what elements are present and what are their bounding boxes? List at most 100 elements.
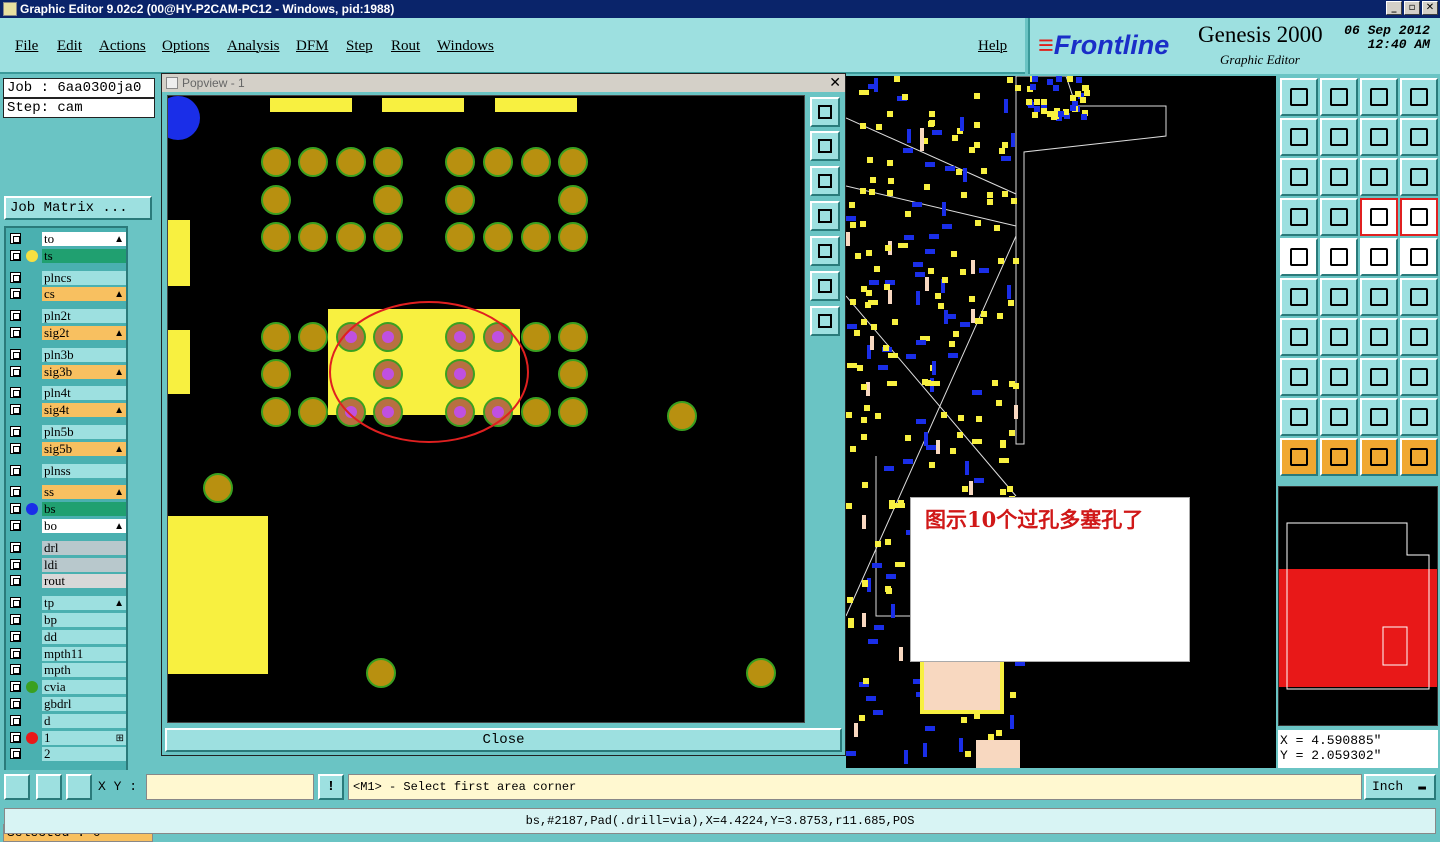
layer-row-sig2t[interactable]: sig2t ▲ — [8, 326, 126, 341]
minimize-button[interactable]: _ — [1386, 1, 1402, 15]
layer-name[interactable]: mpth11 — [42, 646, 126, 661]
tool-button-29[interactable] — [1320, 358, 1358, 396]
layer-checkbox[interactable] — [10, 714, 21, 726]
layer-checkbox[interactable] — [10, 233, 21, 244]
menu-step[interactable]: Step — [346, 38, 373, 55]
layer-checkbox[interactable] — [10, 630, 21, 642]
layer-checkbox[interactable] — [10, 503, 21, 515]
popview-tool-fit[interactable] — [810, 271, 840, 301]
menu-windows[interactable]: Windows — [437, 38, 494, 55]
menu-file[interactable]: File — [15, 38, 38, 55]
layer-name[interactable]: drl — [42, 540, 126, 555]
layer-row-pln5b[interactable]: pln5b — [8, 425, 126, 440]
layer-name[interactable]: to ▲ — [42, 232, 126, 246]
layer-row-mpth11[interactable]: mpth11 — [8, 646, 126, 662]
layer-checkbox[interactable] — [10, 249, 21, 261]
minimap[interactable] — [1278, 486, 1438, 726]
popview-tool-center[interactable] — [810, 306, 840, 336]
menu-dfm[interactable]: DFM — [296, 38, 329, 55]
tool-button-11[interactable] — [1400, 158, 1438, 196]
layer-row-plncs[interactable]: plncs — [8, 270, 126, 286]
layer-name[interactable]: bo ▲ — [42, 519, 126, 533]
popview-close-button[interactable]: Close — [165, 728, 842, 752]
layer-checkbox[interactable] — [10, 558, 21, 570]
layer-checkbox[interactable] — [10, 327, 21, 338]
tool-button-28[interactable] — [1280, 358, 1318, 396]
layer-name[interactable]: rout — [42, 574, 126, 589]
close-window-button[interactable]: ✕ — [1422, 1, 1438, 15]
layer-checkbox[interactable] — [10, 486, 21, 498]
layer-name[interactable]: pln3b — [42, 347, 126, 362]
measure-icon[interactable] — [36, 774, 62, 800]
layer-row-dd[interactable]: dd — [8, 629, 126, 645]
tool-button-33[interactable] — [1320, 398, 1358, 436]
tool-button-13[interactable] — [1320, 198, 1358, 236]
layer-row-sig3b[interactable]: sig3b ▲ — [8, 364, 126, 380]
layer-name[interactable]: dd — [42, 629, 126, 644]
layer-name[interactable]: bs — [42, 502, 126, 517]
layer-row-d[interactable]: d — [8, 713, 126, 729]
layer-name[interactable]: 1 ⊞ — [42, 730, 126, 745]
layer-checkbox[interactable] — [10, 288, 21, 300]
menu-options[interactable]: Options — [162, 38, 210, 55]
layer-checkbox[interactable] — [10, 348, 21, 360]
tool-button-36[interactable] — [1280, 438, 1318, 476]
layer-row-ts[interactable]: ts — [8, 248, 126, 264]
tool-button-14[interactable] — [1360, 198, 1398, 236]
tool-button-1[interactable] — [1320, 78, 1358, 116]
layer-checkbox[interactable] — [10, 387, 21, 399]
layer-row-pln3b[interactable]: pln3b — [8, 347, 126, 363]
layer-name[interactable]: sig3b ▲ — [42, 364, 126, 379]
layer-row-gbdrl[interactable]: gbdrl — [8, 697, 126, 712]
popview-tool-zoom[interactable] — [810, 97, 840, 127]
layer-row-2[interactable]: 2 — [8, 747, 126, 762]
layer-name[interactable]: plnss — [42, 463, 126, 478]
layer-name[interactable]: tp ▲ — [42, 596, 126, 611]
layer-checkbox[interactable] — [10, 520, 21, 531]
layer-row-to[interactable]: to ▲ — [8, 232, 126, 247]
tool-button-34[interactable] — [1360, 398, 1398, 436]
tool-button-30[interactable] — [1360, 358, 1398, 396]
layer-row-sig4t[interactable]: sig4t ▲ — [8, 403, 126, 418]
popview-tool-left[interactable] — [810, 201, 840, 231]
layer-checkbox[interactable] — [10, 664, 21, 676]
tool-button-32[interactable] — [1280, 398, 1318, 436]
layer-name[interactable]: cs ▲ — [42, 287, 126, 302]
layer-checkbox[interactable] — [10, 404, 21, 416]
exclaim-button[interactable]: ! — [318, 774, 344, 800]
layer-row-cs[interactable]: cs ▲ — [8, 287, 126, 302]
tool-button-0[interactable] — [1280, 78, 1318, 116]
tool-button-12[interactable] — [1280, 198, 1318, 236]
layer-name[interactable]: d — [42, 713, 126, 728]
tool-button-6[interactable] — [1360, 118, 1398, 156]
layer-checkbox[interactable] — [10, 731, 21, 743]
layer-row-pln2t[interactable]: pln2t — [8, 309, 126, 324]
menu-actions[interactable]: Actions — [99, 38, 146, 55]
grid-snap-icon[interactable] — [66, 774, 92, 800]
unit-select[interactable]: Inch ▬ — [1364, 774, 1436, 800]
tool-button-39[interactable] — [1400, 438, 1438, 476]
tool-button-2[interactable] — [1360, 78, 1398, 116]
layer-name[interactable]: pln5b — [42, 425, 126, 439]
menu-edit[interactable]: Edit — [57, 38, 82, 55]
tool-button-26[interactable] — [1360, 318, 1398, 356]
tool-button-9[interactable] — [1320, 158, 1358, 196]
maximize-button[interactable]: ▫ — [1404, 1, 1420, 15]
layer-checkbox[interactable] — [10, 442, 21, 454]
layer-checkbox[interactable] — [10, 681, 21, 693]
layer-checkbox[interactable] — [10, 597, 21, 609]
layer-row-plnss[interactable]: plnss — [8, 463, 126, 479]
layer-row-cvia[interactable]: cvia — [8, 680, 126, 695]
layer-checkbox[interactable] — [10, 365, 21, 377]
tool-button-18[interactable] — [1360, 238, 1398, 276]
layer-checkbox[interactable] — [10, 748, 21, 760]
job-matrix-button[interactable]: Job Matrix ... — [4, 196, 152, 220]
layer-checkbox[interactable] — [10, 271, 21, 283]
tool-button-16[interactable] — [1280, 238, 1318, 276]
layer-name[interactable]: gbdrl — [42, 697, 126, 711]
layer-name[interactable]: pln2t — [42, 309, 126, 324]
tool-button-19[interactable] — [1400, 238, 1438, 276]
layer-checkbox[interactable] — [10, 647, 21, 659]
layer-name[interactable]: ss ▲ — [42, 485, 126, 500]
layer-row-sig5b[interactable]: sig5b ▲ — [8, 441, 126, 457]
